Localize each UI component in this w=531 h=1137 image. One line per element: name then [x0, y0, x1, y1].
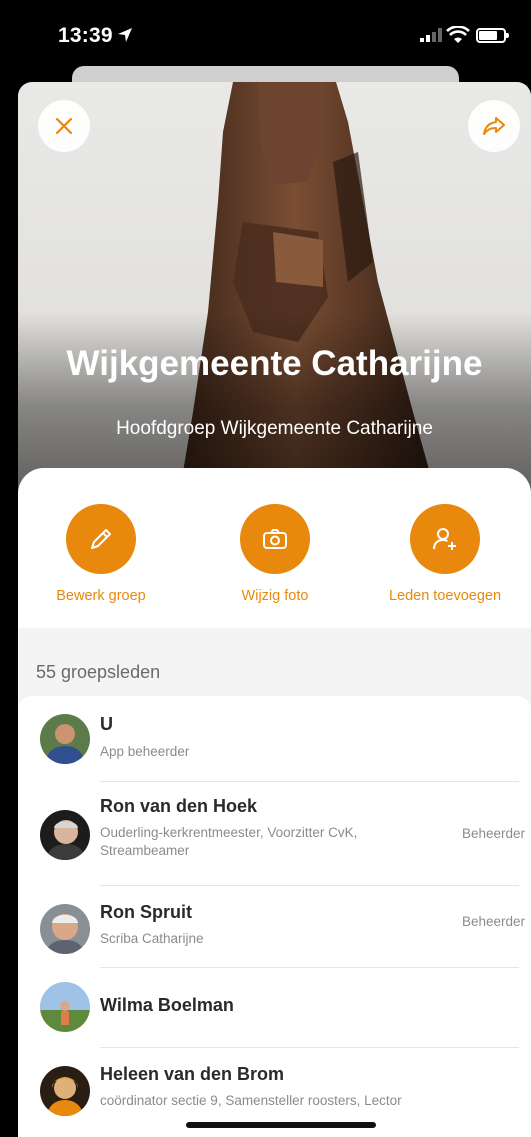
add-user-icon — [433, 528, 456, 550]
change-photo-circle — [240, 504, 310, 574]
add-members-button[interactable]: Leden toevoegen — [370, 504, 520, 604]
change-photo-label: Wijzig foto — [241, 588, 309, 604]
member-avatar — [40, 714, 90, 764]
close-icon — [55, 117, 73, 135]
member-role: Scriba Catharijne — [100, 931, 204, 946]
pencil-icon — [91, 529, 111, 549]
group-cover-photo: Wijkgemeente Catharijne Hoofdgroep Wijkg… — [18, 82, 531, 502]
status-time: 13:39 — [58, 24, 113, 47]
member-name: U — [100, 714, 113, 734]
wifi-icon — [446, 25, 470, 49]
group-title: Wijkgemeente Catharijne — [66, 344, 483, 383]
action-bar: Bewerk groep Wijzig foto Leden toevoegen — [18, 468, 531, 628]
member-avatar — [40, 1066, 90, 1116]
member-role: App beheerder — [100, 744, 190, 759]
member-role: coördinator sectie 9, Samensteller roost… — [100, 1093, 402, 1108]
member-name: Ron van den Hoek — [100, 796, 258, 816]
member-row[interactable]: U App beheerder — [18, 696, 531, 782]
share-forward-icon — [483, 117, 505, 135]
edit-group-circle — [66, 504, 136, 574]
close-button[interactable] — [38, 100, 90, 152]
battery-icon — [476, 28, 509, 43]
add-members-label: Leden toevoegen — [388, 588, 502, 604]
edit-group-label: Bewerk groep — [56, 588, 146, 604]
member-name: Ron Spruit — [100, 902, 192, 922]
status-bar: 13:39 — [0, 0, 531, 72]
member-avatar — [40, 810, 90, 860]
admin-badge: Beheerder — [461, 914, 525, 929]
group-details-panel: Bewerk groep Wijzig foto Leden toevoegen… — [18, 468, 531, 1137]
member-row[interactable]: Wilma Boelman — [18, 968, 531, 1048]
home-indicator — [186, 1122, 376, 1128]
camera-icon — [263, 529, 287, 549]
member-name: Heleen van den Brom — [100, 1064, 285, 1084]
member-avatar — [40, 904, 90, 954]
share-button[interactable] — [468, 100, 520, 152]
group-subtitle: Hoofdgroep Wijkgemeente Catharijne — [116, 418, 433, 439]
member-row[interactable]: Ron Spruit Scriba Catharijne Beheerder — [18, 886, 531, 968]
member-avatar — [40, 982, 90, 1032]
member-name: Wilma Boelman — [100, 995, 234, 1015]
cellular-signal-icon — [420, 28, 442, 47]
edit-group-button[interactable]: Bewerk groep — [26, 504, 176, 604]
member-row[interactable]: Ron van den Hoek Ouderling-kerkrentmeest… — [18, 782, 531, 886]
members-count: 55 groepsleden — [36, 662, 161, 682]
location-arrow-icon — [116, 26, 134, 49]
member-role: Ouderling-kerkrentmeester, Voorzitter Cv… — [100, 825, 358, 858]
add-members-circle — [410, 504, 480, 574]
change-photo-button[interactable]: Wijzig foto — [200, 504, 350, 604]
admin-badge: Beheerder — [461, 826, 525, 841]
members-list: U App beheerder Ron van den Hoek Ouderli… — [18, 696, 531, 1137]
